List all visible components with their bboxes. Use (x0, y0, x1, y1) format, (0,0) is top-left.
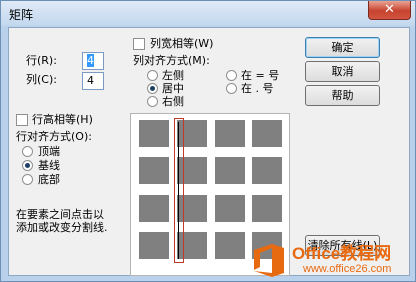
matrix-dialog: 矩阵 ✕ 行(R): 4 列(C): 4 列宽相等(W) 列对齐方式(M): 左… (0, 0, 416, 282)
row-align-label: 行对齐方式(O): (16, 130, 92, 143)
matrix-cell (215, 232, 245, 259)
equal-col-width-label: 列宽相等(W) (150, 37, 214, 50)
col-align-center-radio[interactable] (147, 83, 158, 94)
column-divider-line[interactable] (178, 122, 179, 259)
col-align-equals-radio[interactable] (226, 70, 237, 81)
cols-value: 4 (87, 74, 94, 87)
matrix-cell (252, 195, 282, 222)
hint-line-2: 添加或改变分割线. (16, 221, 108, 234)
matrix-cell (139, 195, 169, 222)
watermark-url: www.office26.com (303, 263, 392, 275)
cols-label: 列(C): (26, 73, 57, 86)
col-align-equals-label: 在 = 号 (241, 69, 280, 82)
col-align-left-label: 左侧 (162, 69, 184, 82)
matrix-cell (215, 120, 245, 147)
matrix-cell (139, 120, 169, 147)
ok-button[interactable]: 确定 (305, 37, 380, 58)
title-bar: 矩阵 ✕ (1, 1, 415, 26)
row-align-top-label: 顶端 (38, 145, 60, 158)
equal-col-width-checkbox[interactable] (133, 38, 145, 50)
hint-line-1: 在要素之间点击以 (16, 208, 104, 221)
close-icon: ✕ (384, 2, 395, 17)
help-button[interactable]: 帮助 (305, 85, 380, 106)
office-logo-icon (254, 244, 284, 277)
matrix-cell (215, 157, 245, 184)
equal-row-height-label: 行高相等(H) (32, 113, 93, 126)
equal-row-height-checkbox[interactable] (16, 114, 28, 126)
divider-highlight (174, 118, 184, 263)
col-align-right-radio[interactable] (147, 96, 158, 107)
row-align-top-radio[interactable] (22, 146, 33, 157)
matrix-cell (215, 195, 245, 222)
cols-input[interactable]: 4 (82, 72, 104, 90)
close-button[interactable]: ✕ (368, 1, 411, 20)
row-align-bottom-radio[interactable] (22, 174, 33, 185)
rows-input[interactable]: 4 (82, 52, 104, 70)
row-align-bottom-label: 底部 (38, 173, 60, 186)
window-title: 矩阵 (9, 8, 34, 22)
cancel-button[interactable]: 取消 (305, 61, 380, 82)
col-align-right-label: 右侧 (162, 95, 184, 108)
matrix-cell (252, 157, 282, 184)
row-align-baseline-radio[interactable] (22, 160, 33, 171)
col-align-left-radio[interactable] (147, 70, 158, 81)
matrix-cell (139, 232, 169, 259)
matrix-cell (139, 157, 169, 184)
rows-label: 行(R): (26, 54, 57, 67)
watermark-brand: Office教程网 (292, 244, 392, 263)
col-align-dot-label: 在 . 号 (241, 82, 274, 95)
rows-value: 4 (87, 54, 94, 67)
col-align-dot-radio[interactable] (226, 83, 237, 94)
matrix-cell (252, 120, 282, 147)
row-align-baseline-label: 基线 (38, 159, 60, 172)
col-align-label: 列对齐方式(M): (133, 54, 210, 67)
col-align-center-label: 居中 (162, 82, 184, 95)
